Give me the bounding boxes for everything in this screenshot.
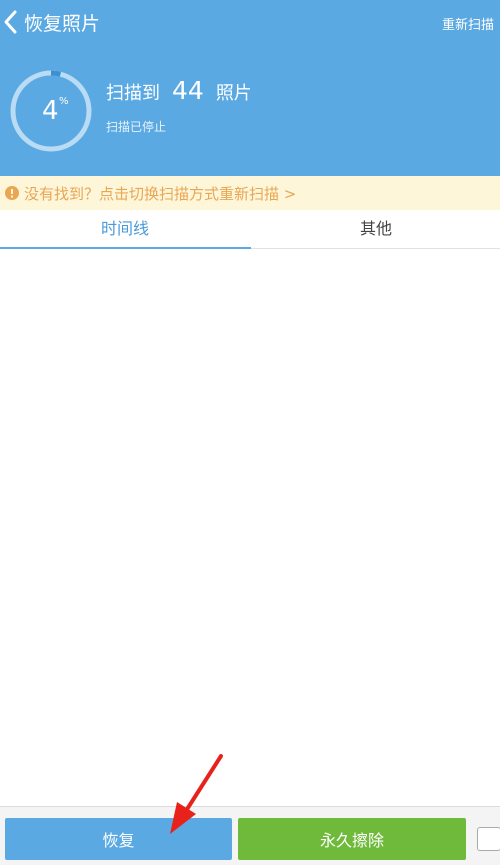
- erase-button[interactable]: 永久擦除: [238, 818, 466, 860]
- rescan-button[interactable]: 重新扫描: [442, 14, 494, 33]
- progress-percent-sign: %: [59, 96, 69, 107]
- scan-prefix: 扫描到: [106, 83, 160, 104]
- chevron-left-icon: [4, 10, 17, 34]
- photo-list: [0, 249, 500, 806]
- scan-status: 扫描已停止: [106, 120, 167, 134]
- progress-percent: 4: [42, 96, 59, 126]
- rescan-notice[interactable]: 没有找到？点击切换扫描方式重新扫描 >: [0, 176, 500, 210]
- tab-bar: 时间线 其他: [0, 210, 500, 249]
- tab-other[interactable]: 其他: [251, 210, 500, 248]
- scan-summary: 扫描到 44 照片: [106, 76, 252, 106]
- scan-suffix: 照片: [215, 83, 252, 104]
- tab-timeline[interactable]: 时间线: [0, 210, 250, 248]
- select-all-checkbox[interactable]: [477, 827, 500, 851]
- footer-bar: 恢复 永久擦除: [0, 806, 500, 865]
- page-title: 恢复照片: [24, 13, 101, 35]
- header: 恢复照片 重新扫描 4 % 扫描到 44 照片 扫描已停止: [0, 0, 500, 176]
- scan-count: 44: [172, 76, 204, 105]
- notice-text: 没有找到？点击切换扫描方式重新扫描 >: [24, 184, 297, 203]
- restore-button[interactable]: 恢复: [5, 818, 232, 860]
- info-icon: [5, 186, 19, 200]
- back-button[interactable]: [0, 0, 20, 44]
